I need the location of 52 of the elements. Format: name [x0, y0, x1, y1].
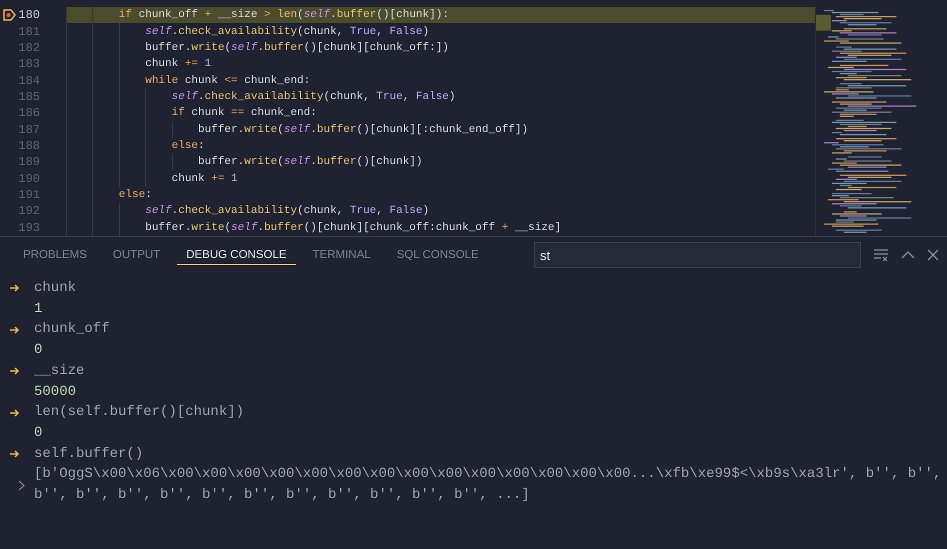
chevron-right-icon[interactable]	[18, 480, 25, 491]
line-number: 187	[18, 122, 40, 137]
code-text: else:	[118, 189, 152, 202]
result-text: b'', b'', b'', b'', b'', b'', b'', b'', b'', b'', b'', ...]	[34, 486, 531, 506]
line-number: 192	[18, 204, 40, 218]
code-text: buffer.write(self.buffer()[chunk])	[197, 156, 422, 168]
arrow-icon	[10, 408, 20, 417]
line-number: 181	[18, 24, 40, 39]
filter-field[interactable]: st	[534, 242, 861, 268]
expression-text: len(self.buffer()[chunk])	[34, 403, 244, 422]
result-text: 0	[34, 341, 42, 360]
expression-text: chunk_off	[34, 320, 110, 340]
line-number: 184	[18, 74, 40, 88]
code-text: else:	[170, 140, 205, 152]
panel-tab[interactable]: SQL CONSOLE	[388, 245, 488, 265]
code-text: if chunk_off + __size > len(self.buffer()[chunk]):	[118, 9, 449, 22]
result-text: [b'OggS\x00\x06\x00\x00\x00\x00\x00\x00\x00\x00\x00\x00\x00\x00\x00\x00...\xfb\xe99$<\xb9s\xa3lr', b'', b'',	[34, 465, 942, 484]
code-text: while chunk <= chunk_end:	[144, 74, 310, 87]
line-number: 186	[18, 106, 40, 120]
arrow-icon	[10, 450, 20, 458]
code-text: chunk += 1	[144, 58, 212, 70]
line-number: 188	[18, 139, 40, 154]
breakpoint-icon[interactable]	[3, 9, 16, 22]
code-text: buffer.write(self.buffer()[chunk][chunk_off:])	[144, 42, 449, 54]
result-text: 0	[34, 424, 42, 443]
line-number: 193	[18, 220, 40, 235]
code-text: self.check_availability(chunk, True, False)	[144, 26, 430, 38]
expression-text: __size	[34, 362, 84, 381]
line-number: 183	[18, 57, 40, 72]
panel-tab[interactable]: DEBUG CONSOLE	[177, 245, 296, 265]
code-text: buffer.write(self.buffer()[chunk][chunk_off:chunk_off + __size]	[144, 222, 562, 234]
arrow-icon	[10, 367, 20, 376]
code-text: self.check_availability(chunk, True, False)	[144, 205, 430, 218]
line-number: 191	[18, 188, 40, 202]
code-text: if chunk == chunk_end:	[170, 107, 317, 120]
code-text: self.check_availability(chunk, True, False)	[170, 90, 456, 103]
code-text: chunk += 1	[170, 172, 238, 185]
expression-text: chunk	[34, 279, 76, 298]
panel-tab[interactable]: PROBLEMS	[14, 245, 96, 265]
panel-tab[interactable]: TERMINAL	[304, 245, 380, 265]
panel-tab[interactable]: OUTPUT	[104, 245, 170, 265]
arrow-icon	[10, 326, 20, 334]
line-number: 185	[18, 90, 40, 104]
line-number: 180	[18, 8, 40, 22]
line-number: 182	[18, 40, 40, 55]
code-text: buffer.write(self.buffer()[chunk][:chunk_end_off])	[197, 124, 528, 136]
arrow-icon	[10, 284, 20, 292]
expression-text: self.buffer()	[34, 444, 144, 464]
line-number: 189	[18, 155, 40, 170]
line-number: 190	[18, 172, 40, 186]
result-text: 50000	[34, 382, 76, 402]
result-text: 1	[34, 300, 42, 319]
